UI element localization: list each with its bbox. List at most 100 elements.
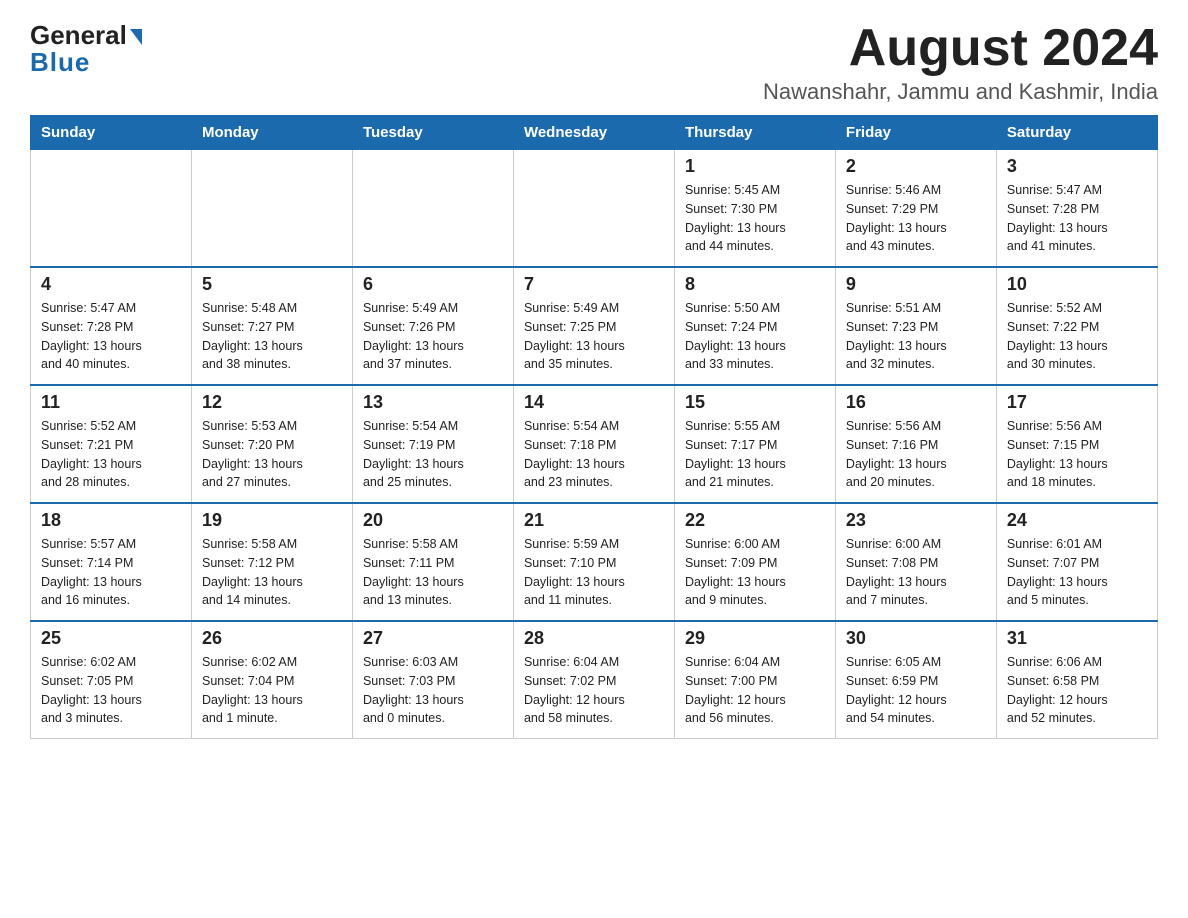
day-number: 16 (846, 392, 986, 413)
calendar-cell: 2 Sunrise: 5:46 AM Sunset: 7:29 PM Daylig… (835, 150, 996, 268)
calendar-cell: 23 Sunrise: 6:00 AM Sunset: 7:08 PM Dayli… (835, 503, 996, 621)
calendar-cell: 18Sunrise: 5:57 AM Sunset: 7:14 PM Dayli… (31, 503, 192, 621)
calendar-cell: 24 Sunrise: 6:01 AM Sunset: 7:07 PM Dayli… (996, 503, 1157, 621)
calendar-cell: 9Sunrise: 5:51 AM Sunset: 7:23 PM Daylig… (835, 267, 996, 385)
logo-triangle-icon (130, 29, 142, 45)
calendar-cell: 27Sunrise: 6:03 AM Sunset: 7:03 PM Dayli… (352, 621, 513, 739)
title-block: August 2024 Nawanshahr, Jammu and Kashmi… (763, 20, 1158, 105)
calendar-cell: 26 Sunrise: 6:02 AM Sunset: 7:04 PM Dayli… (191, 621, 352, 739)
day-number: 2 (846, 156, 986, 177)
day-number: 19 (202, 510, 342, 531)
day-info: Sunrise: 6:00 AM Sunset: 7:09 PM Dayligh… (685, 535, 825, 610)
calendar-week-row: 18Sunrise: 5:57 AM Sunset: 7:14 PM Dayli… (31, 503, 1158, 621)
day-info: Sunrise: 5:54 AM Sunset: 7:19 PM Dayligh… (363, 417, 503, 492)
calendar-week-row: 11Sunrise: 5:52 AM Sunset: 7:21 PM Dayli… (31, 385, 1158, 503)
day-number: 31 (1007, 628, 1147, 649)
calendar-cell: 16 Sunrise: 5:56 AM Sunset: 7:16 PM Dayli… (835, 385, 996, 503)
calendar-week-row: 4 Sunrise: 5:47 AM Sunset: 7:28 PM Daylig… (31, 267, 1158, 385)
column-header-saturday: Saturday (996, 116, 1157, 150)
day-info: Sunrise: 5:52 AM Sunset: 7:21 PM Dayligh… (41, 417, 181, 492)
calendar-cell: 14 Sunrise: 5:54 AM Sunset: 7:18 PM Dayli… (513, 385, 674, 503)
calendar-cell: 29Sunrise: 6:04 AM Sunset: 7:00 PM Dayli… (674, 621, 835, 739)
calendar-cell: 12Sunrise: 5:53 AM Sunset: 7:20 PM Dayli… (191, 385, 352, 503)
column-header-thursday: Thursday (674, 116, 835, 150)
day-info: Sunrise: 5:47 AM Sunset: 7:28 PM Dayligh… (41, 299, 181, 374)
day-info: Sunrise: 5:59 AM Sunset: 7:10 PM Dayligh… (524, 535, 664, 610)
day-number: 4 (41, 274, 181, 295)
day-info: Sunrise: 6:06 AM Sunset: 6:58 PM Dayligh… (1007, 653, 1147, 728)
day-number: 20 (363, 510, 503, 531)
column-header-sunday: Sunday (31, 116, 192, 150)
day-info: Sunrise: 6:02 AM Sunset: 7:04 PM Dayligh… (202, 653, 342, 728)
day-number: 26 (202, 628, 342, 649)
day-info: Sunrise: 6:01 AM Sunset: 7:07 PM Dayligh… (1007, 535, 1147, 610)
calendar-cell: 19Sunrise: 5:58 AM Sunset: 7:12 PM Dayli… (191, 503, 352, 621)
day-number: 10 (1007, 274, 1147, 295)
column-header-monday: Monday (191, 116, 352, 150)
day-number: 9 (846, 274, 986, 295)
calendar-cell: 31 Sunrise: 6:06 AM Sunset: 6:58 PM Dayli… (996, 621, 1157, 739)
day-info: Sunrise: 5:45 AM Sunset: 7:30 PM Dayligh… (685, 181, 825, 256)
calendar-cell: 1Sunrise: 5:45 AM Sunset: 7:30 PM Daylig… (674, 150, 835, 268)
calendar-cell: 6Sunrise: 5:49 AM Sunset: 7:26 PM Daylig… (352, 267, 513, 385)
calendar-cell: 21 Sunrise: 5:59 AM Sunset: 7:10 PM Dayli… (513, 503, 674, 621)
calendar-cell: 5 Sunrise: 5:48 AM Sunset: 7:27 PM Daylig… (191, 267, 352, 385)
column-header-tuesday: Tuesday (352, 116, 513, 150)
day-number: 21 (524, 510, 664, 531)
calendar-cell: 15 Sunrise: 5:55 AM Sunset: 7:17 PM Dayli… (674, 385, 835, 503)
day-info: Sunrise: 5:49 AM Sunset: 7:25 PM Dayligh… (524, 299, 664, 374)
day-info: Sunrise: 6:03 AM Sunset: 7:03 PM Dayligh… (363, 653, 503, 728)
day-number: 29 (685, 628, 825, 649)
day-number: 17 (1007, 392, 1147, 413)
column-header-wednesday: Wednesday (513, 116, 674, 150)
day-info: Sunrise: 6:04 AM Sunset: 7:02 PM Dayligh… (524, 653, 664, 728)
calendar-cell (31, 150, 192, 268)
day-number: 13 (363, 392, 503, 413)
calendar-header-row: SundayMondayTuesdayWednesdayThursdayFrid… (31, 116, 1158, 150)
day-info: Sunrise: 6:00 AM Sunset: 7:08 PM Dayligh… (846, 535, 986, 610)
day-info: Sunrise: 5:57 AM Sunset: 7:14 PM Dayligh… (41, 535, 181, 610)
page-header: General Blue August 2024 Nawanshahr, Jam… (30, 20, 1158, 105)
day-info: Sunrise: 5:47 AM Sunset: 7:28 PM Dayligh… (1007, 181, 1147, 256)
page-subtitle: Nawanshahr, Jammu and Kashmir, India (763, 79, 1158, 105)
day-number: 14 (524, 392, 664, 413)
calendar-cell: 11Sunrise: 5:52 AM Sunset: 7:21 PM Dayli… (31, 385, 192, 503)
day-info: Sunrise: 5:56 AM Sunset: 7:15 PM Dayligh… (1007, 417, 1147, 492)
day-info: Sunrise: 5:50 AM Sunset: 7:24 PM Dayligh… (685, 299, 825, 374)
day-number: 3 (1007, 156, 1147, 177)
column-header-friday: Friday (835, 116, 996, 150)
day-number: 25 (41, 628, 181, 649)
calendar-cell (191, 150, 352, 268)
day-info: Sunrise: 5:54 AM Sunset: 7:18 PM Dayligh… (524, 417, 664, 492)
day-number: 22 (685, 510, 825, 531)
day-info: Sunrise: 5:53 AM Sunset: 7:20 PM Dayligh… (202, 417, 342, 492)
day-info: Sunrise: 5:55 AM Sunset: 7:17 PM Dayligh… (685, 417, 825, 492)
day-info: Sunrise: 5:56 AM Sunset: 7:16 PM Dayligh… (846, 417, 986, 492)
calendar-cell: 25 Sunrise: 6:02 AM Sunset: 7:05 PM Dayli… (31, 621, 192, 739)
logo-blue: Blue (30, 47, 90, 78)
calendar-cell (352, 150, 513, 268)
calendar-cell: 28 Sunrise: 6:04 AM Sunset: 7:02 PM Dayli… (513, 621, 674, 739)
logo: General Blue (30, 20, 142, 78)
calendar-table: SundayMondayTuesdayWednesdayThursdayFrid… (30, 115, 1158, 739)
calendar-cell: 4 Sunrise: 5:47 AM Sunset: 7:28 PM Daylig… (31, 267, 192, 385)
day-info: Sunrise: 5:48 AM Sunset: 7:27 PM Dayligh… (202, 299, 342, 374)
day-info: Sunrise: 5:58 AM Sunset: 7:11 PM Dayligh… (363, 535, 503, 610)
calendar-cell: 3 Sunrise: 5:47 AM Sunset: 7:28 PM Daylig… (996, 150, 1157, 268)
calendar-cell: 7Sunrise: 5:49 AM Sunset: 7:25 PM Daylig… (513, 267, 674, 385)
day-number: 28 (524, 628, 664, 649)
day-number: 30 (846, 628, 986, 649)
calendar-cell: 20 Sunrise: 5:58 AM Sunset: 7:11 PM Dayli… (352, 503, 513, 621)
calendar-cell: 10 Sunrise: 5:52 AM Sunset: 7:22 PM Dayli… (996, 267, 1157, 385)
day-number: 24 (1007, 510, 1147, 531)
day-number: 5 (202, 274, 342, 295)
day-number: 23 (846, 510, 986, 531)
day-info: Sunrise: 6:02 AM Sunset: 7:05 PM Dayligh… (41, 653, 181, 728)
page-title: August 2024 (763, 20, 1158, 77)
day-info: Sunrise: 5:52 AM Sunset: 7:22 PM Dayligh… (1007, 299, 1147, 374)
day-number: 15 (685, 392, 825, 413)
day-info: Sunrise: 5:46 AM Sunset: 7:29 PM Dayligh… (846, 181, 986, 256)
calendar-cell: 13 Sunrise: 5:54 AM Sunset: 7:19 PM Dayli… (352, 385, 513, 503)
calendar-cell (513, 150, 674, 268)
day-info: Sunrise: 6:05 AM Sunset: 6:59 PM Dayligh… (846, 653, 986, 728)
